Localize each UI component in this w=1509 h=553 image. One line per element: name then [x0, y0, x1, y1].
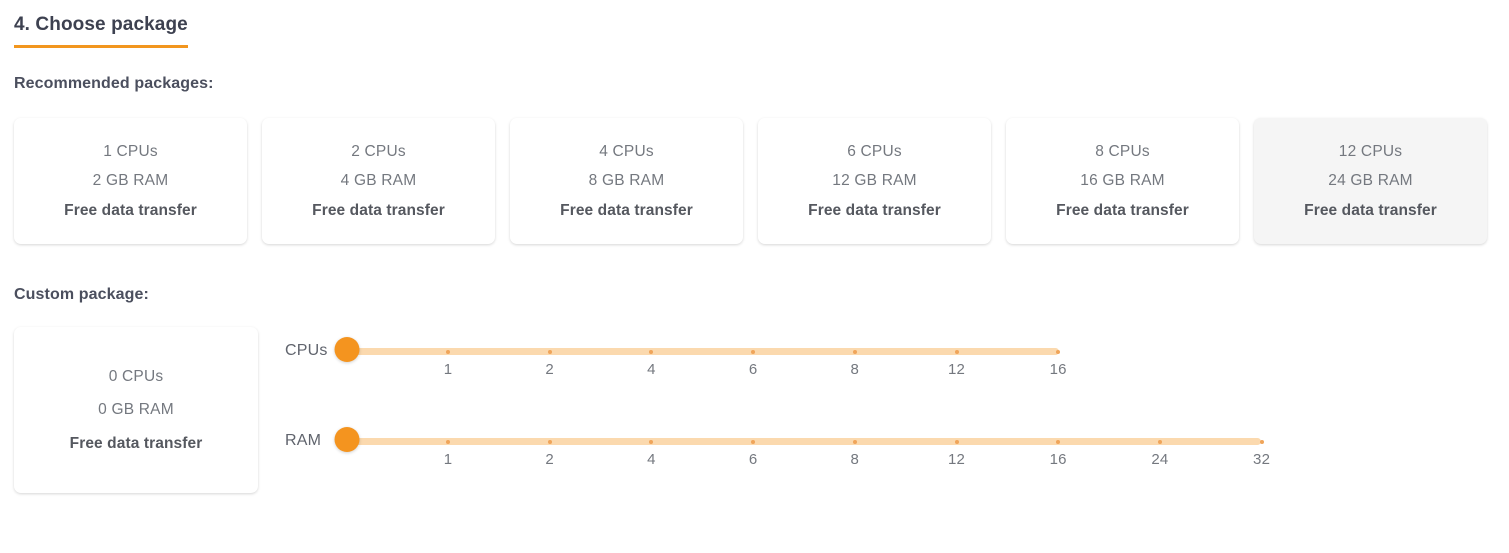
cpus-slider-tick-label: 4: [647, 361, 656, 378]
cpus-slider-tick: [649, 349, 654, 354]
package-transfer: Free data transfer: [312, 201, 445, 219]
package-card[interactable]: 6 CPUs 12 GB RAM Free data transfer: [758, 118, 991, 244]
recommended-packages-list: 1 CPUs 2 GB RAM Free data transfer 2 CPUs 4 …: [14, 118, 1495, 244]
ram-slider-tick: [1056, 439, 1061, 444]
package-cpus: 12 CPUs: [1338, 142, 1403, 160]
ram-slider-tick: [1157, 439, 1162, 444]
ram-slider-tick: [751, 439, 756, 444]
package-ram: 2 GB RAM: [92, 172, 169, 190]
package-cpus: 2 CPUs: [351, 142, 406, 160]
cpus-slider-tick-label: 8: [850, 361, 860, 378]
ram-slider-tick-label: 8: [850, 451, 860, 468]
package-card[interactable]: 1 CPUs 2 GB RAM Free data transfer: [14, 118, 247, 244]
choose-package-page: 4. Choose package Recommended packages: …: [0, 0, 1509, 553]
package-transfer: Free data transfer: [64, 201, 197, 219]
ram-slider-tick: [852, 439, 857, 444]
package-transfer: Free data transfer: [808, 201, 941, 219]
custom-package-label: Custom package:: [14, 286, 149, 303]
package-transfer: Free data transfer: [560, 201, 693, 219]
custom-package-area: 0 CPUs 0 GB RAM Free data transfer CPUs 1…: [0, 327, 1509, 502]
package-card[interactable]: 12 CPUs 24 GB RAM Free data transfer: [1254, 118, 1487, 244]
ram-slider-tick: [446, 439, 450, 444]
package-transfer: Free data transfer: [1056, 201, 1189, 219]
package-cpus: 1 CPUs: [103, 142, 158, 160]
cpus-slider-thumb[interactable]: [334, 337, 360, 362]
package-cpus: 6 CPUs: [847, 142, 902, 160]
ram-slider-tick: [649, 439, 654, 444]
ram-slider-tick-label: 4: [647, 451, 656, 468]
package-ram: 4 GB RAM: [340, 172, 417, 190]
package-cpus: 4 CPUs: [599, 142, 654, 160]
cpus-slider-tick: [751, 349, 756, 354]
cpus-slider-track[interactable]: [347, 348, 1059, 355]
ram-slider-tick-label: 2: [545, 451, 554, 468]
package-card[interactable]: 8 CPUs 16 GB RAM Free data transfer: [1006, 118, 1239, 244]
cpus-slider-tick: [446, 349, 450, 354]
cpus-slider-tick: [547, 349, 552, 354]
cpus-slider-tick-label: 12: [947, 361, 966, 378]
ram-slider-tick: [1259, 439, 1264, 444]
recommended-packages-label: Recommended packages:: [14, 75, 214, 92]
custom-package-card[interactable]: 0 CPUs 0 GB RAM Free data transfer: [14, 327, 258, 493]
ram-slider-tick-label: 6: [748, 451, 758, 468]
ram-slider-tick-label: 16: [1049, 451, 1067, 468]
ram-slider-tick: [954, 439, 959, 444]
custom-transfer-label: Free data transfer: [69, 434, 203, 452]
cpus-slider-tick: [954, 349, 959, 354]
ram-slider-track[interactable]: [347, 438, 1261, 445]
custom-ram-value: 0 GB RAM: [98, 401, 174, 419]
ram-slider-thumb[interactable]: [334, 427, 360, 452]
ram-slider-tick-label: 12: [947, 451, 966, 468]
package-cpus: 8 CPUs: [1095, 142, 1150, 160]
package-transfer: Free data transfer: [1304, 201, 1437, 219]
page-title: 4. Choose package: [14, 14, 188, 48]
cpus-slider-tick: [852, 349, 857, 354]
package-ram: 12 GB RAM: [832, 172, 917, 190]
cpus-slider-tick-label: 6: [748, 361, 758, 378]
cpus-slider-tick-label: 16: [1049, 361, 1067, 378]
package-ram: 16 GB RAM: [1080, 172, 1165, 190]
ram-slider-tick-label: 24: [1151, 451, 1169, 468]
package-ram: 24 GB RAM: [1328, 172, 1413, 190]
package-ram: 8 GB RAM: [588, 172, 665, 190]
cpus-slider-tick-label: 1: [443, 361, 453, 378]
ram-slider-tick-label: 1: [443, 451, 453, 468]
package-card[interactable]: 2 CPUs 4 GB RAM Free data transfer: [262, 118, 495, 244]
cpus-slider-tick: [1056, 349, 1061, 354]
package-card[interactable]: 4 CPUs 8 GB RAM Free data transfer: [510, 118, 743, 244]
ram-slider-tick-label: 32: [1253, 451, 1271, 468]
ram-slider-tick: [547, 439, 552, 444]
custom-cpus-value: 0 CPUs: [108, 367, 164, 385]
cpus-slider-tick-label: 2: [545, 361, 554, 378]
